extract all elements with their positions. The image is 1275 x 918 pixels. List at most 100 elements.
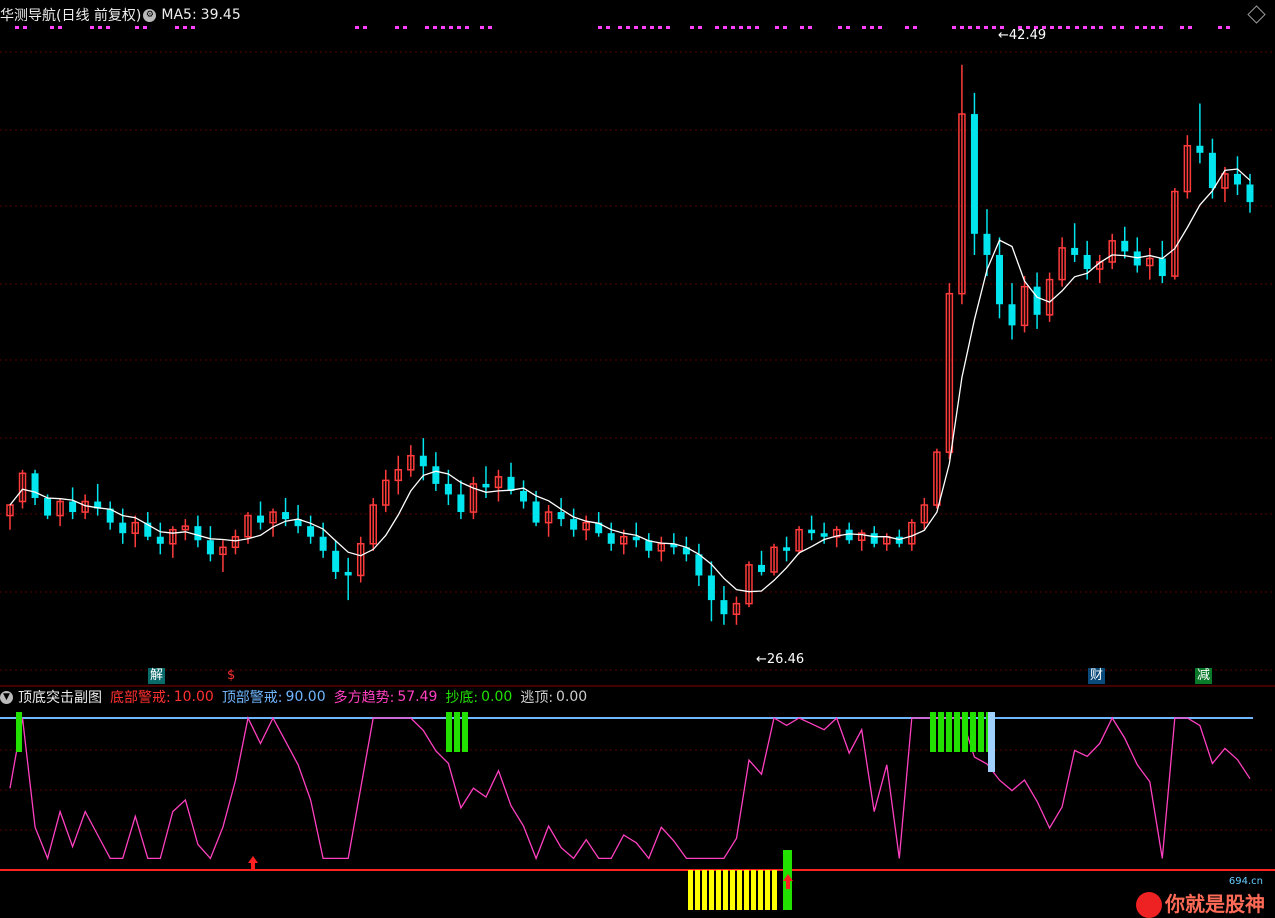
indicator-bottom-label: 底部警戒: [110,690,171,706]
signal-marker [355,26,359,29]
signal-marker [952,26,956,29]
bottom-signal-bar [737,870,742,910]
event-tag-finance[interactable]: 财 [1088,668,1106,684]
trend-line [9,715,1251,861]
top-signal-bar [462,712,468,752]
signal-marker [50,26,54,29]
signal-marker [1058,26,1062,29]
signal-marker [838,26,842,29]
candle-body [1121,240,1129,252]
candle-body [1033,286,1041,315]
bottom-signal-bar [695,870,700,910]
signal-marker [425,26,429,29]
candle-body [1246,184,1254,203]
candle-body [1071,247,1079,255]
signal-marker [634,26,638,29]
signal-marker [1188,26,1192,29]
top-signal-bar [446,712,452,752]
low-price-label: ←26.46 [756,652,805,667]
event-tag-dividend[interactable]: $ [225,668,237,684]
bottom-signal-bar [716,870,721,910]
indicator-name[interactable]: 顶底突击副图 [18,687,102,707]
signal-marker [862,26,866,29]
candle-body [970,114,978,234]
indicator-header: ▼ 顶底突击副图 底部警戒: 10.00 顶部警戒: 90.00 多方趋势: 5… [0,686,587,708]
event-tag-reduce[interactable]: 减 [1195,668,1213,684]
indicator-sell-label: 逃顶: [520,690,554,706]
signal-marker [98,26,102,29]
candle-body [895,536,903,544]
signal-marker [747,26,751,29]
signal-marker [598,26,602,29]
settings-circle-icon[interactable]: ⚙ [143,8,157,22]
signal-marker [433,26,437,29]
candle-body [457,494,465,513]
indicator-trend-value: 57.49 [397,689,438,705]
candle-body [307,526,315,537]
signal-marker [1180,26,1184,29]
signal-marker [783,26,787,29]
signal-marker [755,26,759,29]
indicator-sell-value: 0.00 [556,689,588,705]
bottom-signal-bar [709,870,714,910]
candle-body [532,501,540,523]
signal-marker [739,26,743,29]
signal-marker [1099,26,1103,29]
signal-marker [1159,26,1163,29]
event-tag-unlock[interactable]: 解 [148,668,166,684]
candle-body [482,483,490,488]
top-signal-bar [938,712,944,752]
signal-marker [1226,26,1230,29]
candle-body [156,536,164,544]
signal-marker [658,26,662,29]
signal-marker [976,26,980,29]
candle-body [319,536,327,551]
signal-marker [191,26,195,29]
signal-marker [905,26,909,29]
watermark-logo-icon [1136,892,1162,918]
signal-marker [698,26,702,29]
watermark: 694.cn 你就是股神 [1136,876,1265,918]
candle-body [707,575,715,601]
candle-body [419,455,427,467]
signal-marker [395,26,399,29]
candle-body [432,466,440,484]
indicator-bottom-value: 10.00 [173,689,214,705]
candle-body [31,473,39,498]
signal-marker [1050,26,1054,29]
signal-marker [1120,26,1124,29]
candle-body [1233,173,1241,185]
candle-body [332,550,340,572]
signal-marker [984,26,988,29]
candle-body [1196,145,1204,153]
indicator-buy-label: 抄底: [445,690,479,706]
signal-marker [642,26,646,29]
signal-marker [175,26,179,29]
candle-body [983,233,991,255]
stock-title[interactable]: 华测导航(日线 前复权) [0,5,141,25]
candle-body [570,519,578,530]
signal-marker [403,26,407,29]
main-chart-header: 华测导航(日线 前复权) ⚙ MA5: 39.45 [0,4,241,26]
bottom-signal-bar [723,870,728,910]
chart-canvas[interactable] [0,0,1275,918]
collapse-circle-icon[interactable]: ▼ [0,690,13,704]
candle-body [808,529,816,534]
candle-body [1158,258,1166,277]
indicator-top-value: 90.00 [285,689,326,705]
candle-body [783,547,791,551]
bottom-signal-bar [688,870,693,910]
signal-marker [666,26,670,29]
signal-marker [775,26,779,29]
bottom-signal-bar [758,870,763,910]
indicator-trend-label: 多方趋势: [333,690,395,706]
signal-marker [106,26,110,29]
candle-body [820,533,828,537]
signal-marker [1143,26,1147,29]
top-signal-bar [978,712,984,752]
signal-marker [23,26,27,29]
signal-marker [1083,26,1087,29]
candle-body [870,533,878,544]
signal-marker [878,26,882,29]
signal-marker [650,26,654,29]
